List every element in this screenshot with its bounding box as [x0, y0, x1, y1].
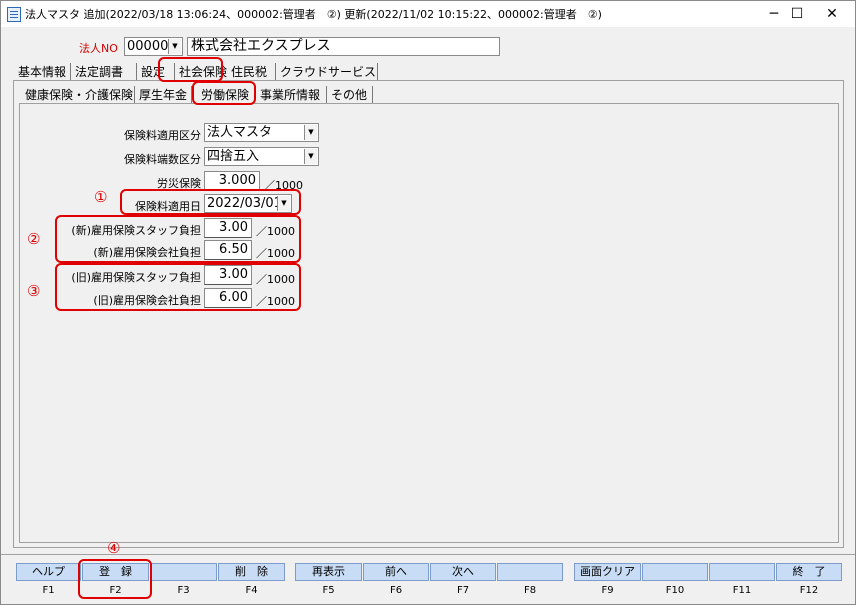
- premium-class-select[interactable]: 法人マスタ ▼: [204, 123, 319, 142]
- premium-class-value: 法人マスタ: [207, 125, 273, 140]
- chevron-down-icon[interactable]: ▼: [277, 196, 290, 211]
- apply-date-picker[interactable]: 2022/03/01 ▼: [204, 194, 292, 213]
- labor-insurance-panel: [19, 103, 839, 543]
- new-staff-field[interactable]: 3.00: [204, 218, 252, 238]
- divider: [1, 554, 855, 555]
- new-company-unit: ／1000: [256, 247, 295, 260]
- new-staff-label: (新)雇用保険スタッフ負担: [71, 224, 201, 237]
- old-staff-unit: ／1000: [256, 273, 295, 286]
- new-company-field[interactable]: 6.50: [204, 240, 252, 260]
- annotation-2: ②: [27, 230, 41, 248]
- fkey-label-f3: F3: [177, 585, 190, 596]
- workers-comp-field[interactable]: 3.000: [204, 171, 260, 191]
- exit-button[interactable]: 終 了: [776, 563, 842, 581]
- fkey-label-f4: F4: [245, 585, 258, 596]
- previous-button[interactable]: 前へ: [363, 563, 429, 581]
- close-button[interactable]: ✕: [809, 1, 855, 27]
- annotation-box-4: [78, 559, 152, 599]
- annotation-3: ③: [27, 282, 41, 300]
- f10-button[interactable]: [642, 563, 708, 581]
- corp-name-field[interactable]: 株式会社エクスプレス: [187, 37, 500, 56]
- fkey-label-f7: F7: [456, 585, 470, 596]
- fkey-label-f5: F5: [322, 585, 335, 596]
- corp-no-label: 法人NO: [79, 42, 118, 55]
- f8-button[interactable]: [497, 563, 563, 581]
- chevron-down-icon[interactable]: ▼: [168, 39, 181, 54]
- tab-basic-info[interactable]: 基本情報: [14, 63, 71, 80]
- fkey-label-f6: F6: [389, 585, 403, 596]
- new-company-label: (新)雇用保険会社負担: [93, 246, 201, 259]
- window-title: 法人マスタ 追加(2022/03/18 13:06:24、000002:管理者 …: [25, 8, 602, 21]
- annotation-box-social-tab: [158, 57, 223, 82]
- old-company-unit: ／1000: [256, 295, 295, 308]
- refresh-button[interactable]: 再表示: [295, 563, 362, 581]
- f3-button[interactable]: [150, 563, 217, 581]
- rounding-label: 保険料端数区分: [124, 153, 201, 166]
- rounding-value: 四捨五入: [207, 149, 260, 164]
- app-icon: [7, 7, 21, 22]
- next-button[interactable]: 次へ: [430, 563, 496, 581]
- tab-pension[interactable]: 厚生年金: [135, 86, 192, 103]
- premium-class-label: 保険料適用区分: [124, 129, 201, 142]
- fkey-label-f12: F12: [799, 585, 819, 596]
- new-staff-unit: ／1000: [256, 225, 295, 238]
- fkey-label-f10: F10: [665, 585, 685, 596]
- fkey-label-f8: F8: [523, 585, 537, 596]
- old-staff-label: (旧)雇用保険スタッフ負担: [71, 271, 201, 284]
- chevron-down-icon[interactable]: ▼: [304, 149, 317, 164]
- tab-other[interactable]: その他: [327, 86, 373, 103]
- annotation-4: ④: [107, 539, 121, 557]
- fkey-label-f9: F9: [601, 585, 614, 596]
- delete-button[interactable]: 削 除: [218, 563, 285, 581]
- title-bar: 法人マスタ 追加(2022/03/18 13:06:24、000002:管理者 …: [1, 1, 855, 27]
- old-company-label: (旧)雇用保険会社負担: [93, 294, 201, 307]
- old-company-field[interactable]: 6.00: [204, 288, 252, 308]
- tab-health-care-insurance[interactable]: 健康保険・介護保険: [21, 86, 135, 103]
- tab-cloud-services[interactable]: クラウドサービス: [276, 63, 378, 80]
- help-button[interactable]: ヘルプ: [16, 563, 81, 581]
- tab-legal-reports[interactable]: 法定調書: [71, 63, 137, 80]
- rounding-select[interactable]: 四捨五入 ▼: [204, 147, 319, 166]
- chevron-down-icon[interactable]: ▼: [304, 125, 317, 140]
- fkey-label-f1: F1: [42, 585, 55, 596]
- apply-date-value: 2022/03/01: [207, 196, 282, 211]
- annotation-box-labor-tab: [192, 81, 256, 105]
- tab-office-info[interactable]: 事業所情報: [256, 86, 327, 103]
- corp-no-select[interactable]: 000003 ▼: [124, 37, 183, 56]
- clear-screen-button[interactable]: 画面クリア: [574, 563, 641, 581]
- old-staff-field[interactable]: 3.00: [204, 265, 252, 285]
- app-window: 法人マスタ 追加(2022/03/18 13:06:24、000002:管理者 …: [0, 0, 856, 605]
- apply-date-label: 保険料適用日: [135, 200, 201, 213]
- fkey-label-f11: F11: [732, 585, 752, 596]
- tab-resident-tax[interactable]: 住民税: [227, 63, 276, 80]
- f11-button[interactable]: [709, 563, 775, 581]
